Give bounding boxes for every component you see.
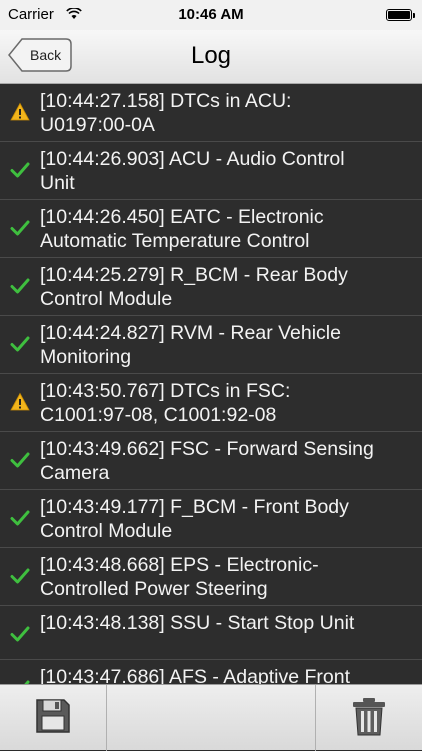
navigation-bar: Back Log xyxy=(0,30,422,84)
battery-icon xyxy=(386,9,415,21)
log-row[interactable]: [10:44:26.450] EATC - Electronic Automat… xyxy=(0,200,422,258)
status-time: 10:46 AM xyxy=(178,6,244,23)
log-entry-text: [10:43:49.177] F_BCM - Front Body Contro… xyxy=(40,496,349,542)
log-entry-text: [10:44:27.158] DTCs in ACU: U0197:00-0A xyxy=(40,90,292,136)
log-list[interactable]: [10:44:27.158] DTCs in ACU: U0197:00-0A [… xyxy=(0,84,422,684)
log-entry-text: [10:43:48.668] EPS - Electronic- Control… xyxy=(40,554,319,600)
save-button[interactable] xyxy=(0,685,107,751)
checkmark-icon xyxy=(10,568,30,584)
log-row[interactable]: [10:44:26.903] ACU - Audio Control Unit xyxy=(0,142,422,200)
checkmark-icon xyxy=(10,278,30,294)
save-icon xyxy=(36,699,70,733)
log-entry-text: [10:43:49.662] FSC - Forward Sensing Cam… xyxy=(40,438,374,484)
warning-icon xyxy=(10,102,30,121)
log-row[interactable]: [10:44:25.279] R_BCM - Rear Body Control… xyxy=(0,258,422,316)
checkmark-icon xyxy=(10,336,30,352)
checkmark-icon xyxy=(10,220,30,236)
warning-icon xyxy=(10,392,30,411)
trash-icon xyxy=(353,698,385,736)
log-entry-text: [10:44:26.903] ACU - Audio Control Unit xyxy=(40,148,345,194)
status-bar: Carrier 10:46 AM xyxy=(0,0,422,30)
page-title: Log xyxy=(190,42,232,69)
log-entry-text: [10:44:24.827] RVM - Rear Vehicle Monito… xyxy=(40,322,341,368)
bottom-toolbar xyxy=(0,684,422,751)
checkmark-icon xyxy=(10,452,30,468)
log-row[interactable]: [10:43:47.686] AFS - Adaptive Front Stee… xyxy=(0,660,422,684)
log-entry-text: [10:43:50.767] DTCs in FSC: C1001:97-08,… xyxy=(40,380,291,426)
log-entry-text: [10:44:25.279] R_BCM - Rear Body Control… xyxy=(40,264,348,310)
log-row[interactable]: [10:43:49.662] FSC - Forward Sensing Cam… xyxy=(0,432,422,490)
log-row[interactable]: [10:43:50.767] DTCs in FSC: C1001:97-08,… xyxy=(0,374,422,432)
log-row[interactable]: [10:44:27.158] DTCs in ACU: U0197:00-0A xyxy=(0,84,422,142)
checkmark-icon xyxy=(10,626,30,642)
log-row[interactable]: [10:43:49.177] F_BCM - Front Body Contro… xyxy=(0,490,422,548)
checkmark-icon xyxy=(10,162,30,178)
log-entry-text: [10:43:48.138] SSU - Start Stop Unit xyxy=(40,612,355,634)
checkmark-icon xyxy=(10,510,30,526)
log-entry-text: [10:44:26.450] EATC - Electronic Automat… xyxy=(40,206,324,252)
log-row[interactable]: [10:43:48.138] SSU - Start Stop Unit xyxy=(0,606,422,660)
log-row[interactable]: [10:44:24.827] RVM - Rear Vehicle Monito… xyxy=(0,316,422,374)
delete-button[interactable] xyxy=(315,685,422,751)
log-row[interactable]: [10:43:48.668] EPS - Electronic- Control… xyxy=(0,548,422,606)
log-entry-text: [10:43:47.686] AFS - Adaptive Front Stee… xyxy=(40,666,351,684)
